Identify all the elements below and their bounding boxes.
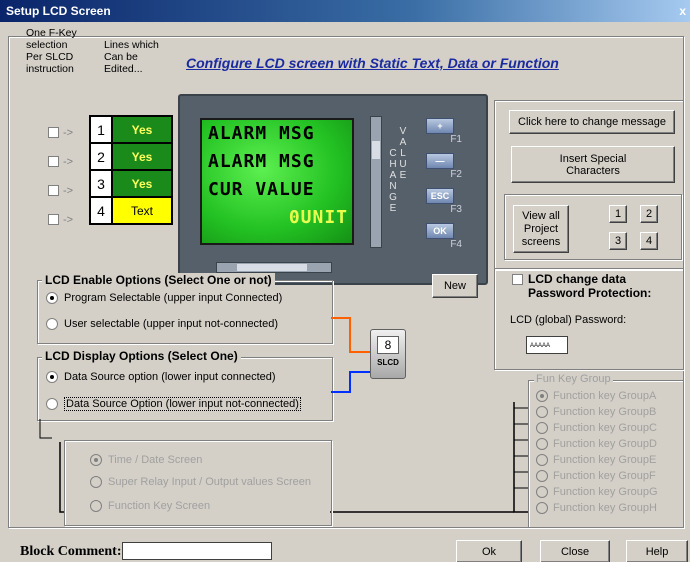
radio-button[interactable] bbox=[536, 454, 548, 466]
radio-button[interactable] bbox=[536, 486, 548, 498]
slcd-block[interactable]: 8 SLCD bbox=[370, 329, 406, 379]
option-label: Function key GroupC bbox=[553, 422, 657, 434]
option-label: Function key GroupA bbox=[553, 390, 657, 402]
option-label: Function key GroupE bbox=[553, 454, 657, 466]
block-comment-input[interactable] bbox=[122, 542, 272, 560]
close-icon[interactable]: x bbox=[679, 0, 686, 22]
radio-button[interactable] bbox=[536, 390, 548, 402]
option-label: Function key GroupH bbox=[553, 502, 657, 514]
option-label: Time / Date Screen bbox=[108, 454, 203, 466]
radio-button[interactable] bbox=[536, 438, 548, 450]
help-button[interactable]: Help bbox=[626, 540, 688, 562]
option-label: Function key GroupD bbox=[553, 438, 657, 450]
option-label: Function Key Screen bbox=[108, 500, 211, 512]
fun-key-group-item[interactable]: Function key GroupG bbox=[536, 484, 680, 500]
option-label: Function key GroupF bbox=[553, 470, 656, 482]
fun-key-group-item[interactable]: Function key GroupB bbox=[536, 404, 680, 420]
ok-button[interactable]: Ok bbox=[456, 540, 522, 562]
dialog-client: One F-Key selection Per SLCD instruction… bbox=[0, 22, 690, 562]
fun-key-group-item[interactable]: Function key GroupD bbox=[536, 436, 680, 452]
option-label: Super Relay Input / Output values Screen bbox=[108, 476, 312, 488]
fungroup-tree bbox=[513, 402, 528, 513]
option-label: Function key GroupG bbox=[553, 486, 658, 498]
super-relay-option[interactable]: Super Relay Input / Output values Screen bbox=[90, 476, 311, 488]
time-date-option[interactable]: Time / Date Screen bbox=[90, 454, 202, 466]
fun-key-group-list: Function key GroupA Function key GroupB … bbox=[536, 388, 680, 516]
radio-button[interactable] bbox=[536, 502, 548, 514]
screen-bracket bbox=[39, 419, 52, 439]
fun-key-group-item[interactable]: Function key GroupH bbox=[536, 500, 680, 516]
fun-key-group-item[interactable]: Function key GroupE bbox=[536, 452, 680, 468]
fun-key-group-item[interactable]: Function key GroupF bbox=[536, 468, 680, 484]
fun-key-group-item[interactable]: Function key GroupC bbox=[536, 420, 680, 436]
radio-button[interactable] bbox=[536, 422, 548, 434]
radio-button[interactable] bbox=[90, 476, 102, 488]
option-label: Function key GroupB bbox=[553, 406, 657, 418]
radio-button[interactable] bbox=[536, 406, 548, 418]
function-key-screen-option[interactable]: Function Key Screen bbox=[90, 500, 210, 512]
block-number: 8 bbox=[377, 336, 399, 354]
fun-key-group-title: Fun Key Group bbox=[534, 373, 613, 385]
enable-wire bbox=[331, 317, 370, 353]
radio-button[interactable] bbox=[90, 454, 102, 466]
radio-button[interactable] bbox=[90, 500, 102, 512]
block-label: SLCD bbox=[377, 358, 399, 367]
fun-key-group-item[interactable]: Function key GroupA bbox=[536, 388, 680, 404]
block-comment-label: Block Comment: bbox=[20, 544, 122, 559]
window-title: Setup LCD Screen bbox=[6, 4, 111, 18]
radio-button[interactable] bbox=[536, 470, 548, 482]
title-bar: Setup LCD Screen x bbox=[0, 0, 690, 22]
close-button[interactable]: Close bbox=[540, 540, 610, 562]
display-wire bbox=[331, 371, 370, 393]
